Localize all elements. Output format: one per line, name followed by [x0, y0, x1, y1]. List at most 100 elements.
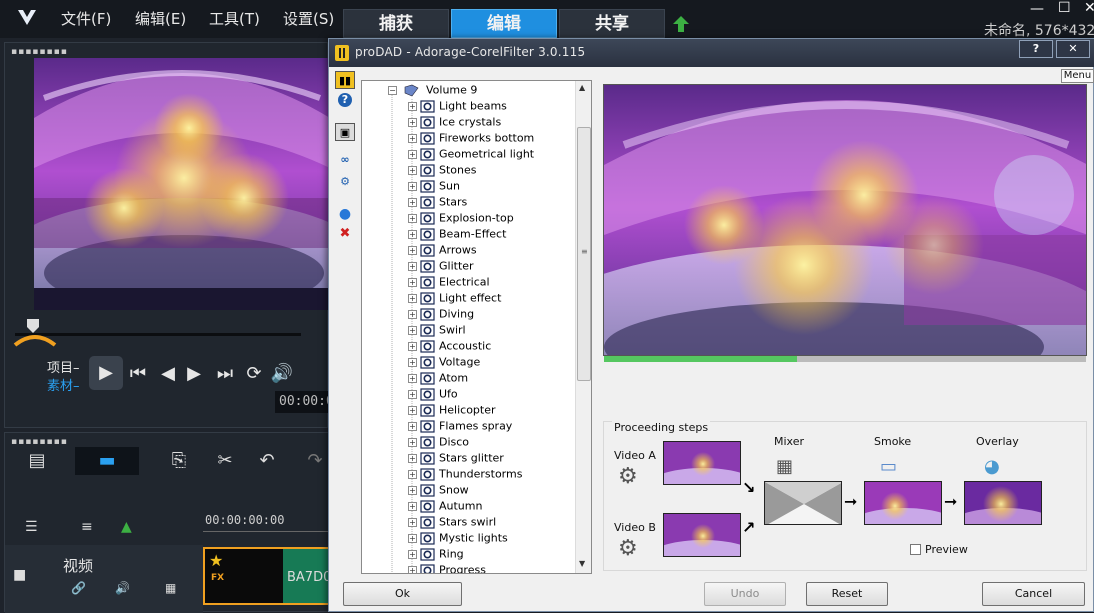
tree-item[interactable]: + Disco	[408, 435, 469, 451]
video-clip[interactable]: ★ FX BA7D0	[203, 547, 331, 605]
menu-file[interactable]: 文件(F)	[61, 8, 111, 29]
project-mode-label[interactable]: 项目–	[47, 357, 80, 376]
expand-icon[interactable]: +	[408, 501, 417, 511]
close-button[interactable]: ✕	[1056, 40, 1090, 58]
expand-icon[interactable]: +	[408, 517, 417, 527]
upload-icon[interactable]	[672, 15, 690, 33]
tree-item[interactable]: + Accoustic	[408, 339, 491, 355]
tree-scrollbar[interactable]: ▲ ≡ ▼	[575, 81, 591, 573]
zoom-icon[interactable]: ▲	[121, 519, 132, 535]
clip-mode-label[interactable]: 素材–	[47, 375, 80, 394]
tree-item[interactable]: + Helicopter	[408, 403, 496, 419]
undo-icon[interactable]: ↶	[253, 447, 281, 475]
overlay-thumb[interactable]	[964, 481, 1042, 525]
tree-item[interactable]: + Stars swirl	[408, 515, 496, 531]
volume-icon[interactable]: 🔊	[269, 361, 295, 387]
tree-item[interactable]: + Glitter	[408, 259, 474, 275]
player-timecode[interactable]: 00:00:00	[275, 391, 335, 413]
app-close-icon[interactable]: ✕	[1084, 0, 1094, 16]
preview-checkbox[interactable]	[910, 544, 921, 555]
prev-frame-icon[interactable]: ◀︎	[155, 361, 181, 387]
expand-icon[interactable]: +	[408, 197, 417, 207]
collapse-icon[interactable]: −	[388, 85, 397, 95]
tree-item[interactable]: + Beam-Effect	[408, 227, 506, 243]
grid-icon[interactable]: ▦	[165, 581, 176, 595]
maximize-icon[interactable]: ☐	[1058, 0, 1071, 16]
tree-item[interactable]: + Mystic lights	[408, 531, 508, 547]
globe-icon[interactable]: ●	[335, 205, 355, 223]
scrubber-handle-icon[interactable]	[25, 319, 41, 333]
help-button[interactable]: ?	[1019, 40, 1053, 58]
storyboard-view-icon[interactable]: ▤	[23, 447, 51, 475]
expand-icon[interactable]: +	[408, 149, 417, 159]
dialog-titlebar[interactable]: proDAD - Adorage-CorelFilter 3.0.115 ? ✕	[329, 39, 1094, 67]
expand-icon[interactable]: +	[408, 229, 417, 239]
scrubber-track[interactable]	[15, 333, 301, 336]
tree-item[interactable]: + Stones	[408, 163, 477, 179]
next-frame-icon[interactable]: ▶︎	[181, 361, 207, 387]
expand-icon[interactable]: +	[408, 373, 417, 383]
tree-item[interactable]: + Atom	[408, 371, 468, 387]
video-b-thumb[interactable]	[663, 513, 741, 557]
expand-icon[interactable]: +	[408, 437, 417, 447]
expand-icon[interactable]: +	[408, 341, 417, 351]
panel-grip-icon[interactable]: ▪▪▪▪▪▪▪▪	[11, 47, 68, 57]
add-chapter-icon[interactable]: ≡	[81, 519, 93, 535]
expand-icon[interactable]: +	[408, 101, 417, 111]
info-icon[interactable]: ?	[338, 93, 352, 107]
expand-icon[interactable]: +	[408, 549, 417, 559]
tree-item[interactable]: + Stars	[408, 195, 467, 211]
scroll-down-icon[interactable]: ▼	[579, 559, 585, 568]
timeline-ruler[interactable]	[203, 531, 331, 541]
expand-icon[interactable]: +	[408, 213, 417, 223]
binoculars-icon[interactable]: ∞	[335, 151, 355, 169]
tree-item[interactable]: + Progress	[408, 563, 486, 573]
tree-item[interactable]: + Autumn	[408, 499, 482, 515]
monitor-icon[interactable]: ▣	[335, 123, 355, 141]
track-volume-icon[interactable]: 🔊	[115, 581, 130, 595]
menu-tools[interactable]: 工具(T)	[209, 8, 260, 29]
tree-item[interactable]: + Ice crystals	[408, 115, 501, 131]
redo-icon[interactable]: ↷	[301, 447, 329, 475]
expand-icon[interactable]: +	[408, 389, 417, 399]
ok-button[interactable]: Ok	[343, 582, 462, 606]
scroll-up-icon[interactable]: ▲	[579, 83, 585, 92]
expand-icon[interactable]: +	[408, 133, 417, 143]
tree-item[interactable]: + Voltage	[408, 355, 480, 371]
expand-icon[interactable]: +	[408, 117, 417, 127]
settings-gear-icon[interactable]: ⚙	[335, 173, 355, 191]
menu-settings[interactable]: 设置(S)	[283, 8, 334, 29]
expand-icon[interactable]: +	[408, 453, 417, 463]
home-icon[interactable]: ⏮	[125, 361, 151, 387]
tab-edit[interactable]: 编辑	[451, 9, 557, 38]
tab-capture[interactable]: 捕获	[343, 9, 449, 38]
undo-button[interactable]: Undo	[704, 582, 786, 606]
expand-icon[interactable]: +	[408, 325, 417, 335]
expand-icon[interactable]: +	[408, 469, 417, 479]
tree-item[interactable]: + Electrical	[408, 275, 490, 291]
link-icon[interactable]: 🔗	[71, 581, 86, 595]
tree-item[interactable]: + Swirl	[408, 323, 466, 339]
tree-root-volume9[interactable]: − Volume 9	[388, 83, 477, 99]
expand-icon[interactable]: +	[408, 309, 417, 319]
tree-item[interactable]: + Arrows	[408, 243, 477, 259]
end-icon[interactable]: ⏭	[212, 361, 238, 387]
tree-item[interactable]: + Light beams	[408, 99, 507, 115]
tab-share[interactable]: 共享	[559, 9, 665, 38]
expand-icon[interactable]: +	[408, 405, 417, 415]
tree-item[interactable]: + Diving	[408, 307, 474, 323]
expand-icon[interactable]: +	[408, 357, 417, 367]
tree-item[interactable]: + Sun	[408, 179, 460, 195]
mixer-thumb[interactable]	[764, 481, 842, 525]
cancel-button[interactable]: Cancel	[982, 582, 1085, 606]
tree-item[interactable]: + Fireworks bottom	[408, 131, 534, 147]
menu-edit[interactable]: 编辑(E)	[135, 8, 186, 29]
expand-icon[interactable]: +	[408, 293, 417, 303]
tree-item[interactable]: + Ring	[408, 547, 464, 563]
minimize-icon[interactable]: —	[1030, 1, 1044, 17]
tree-item[interactable]: + Stars glitter	[408, 451, 504, 467]
track-manager-icon[interactable]: ☰	[25, 519, 38, 535]
tree-item[interactable]: + Light effect	[408, 291, 501, 307]
import-icon[interactable]: ⎘	[165, 447, 193, 475]
tree-item[interactable]: + Explosion-top	[408, 211, 514, 227]
